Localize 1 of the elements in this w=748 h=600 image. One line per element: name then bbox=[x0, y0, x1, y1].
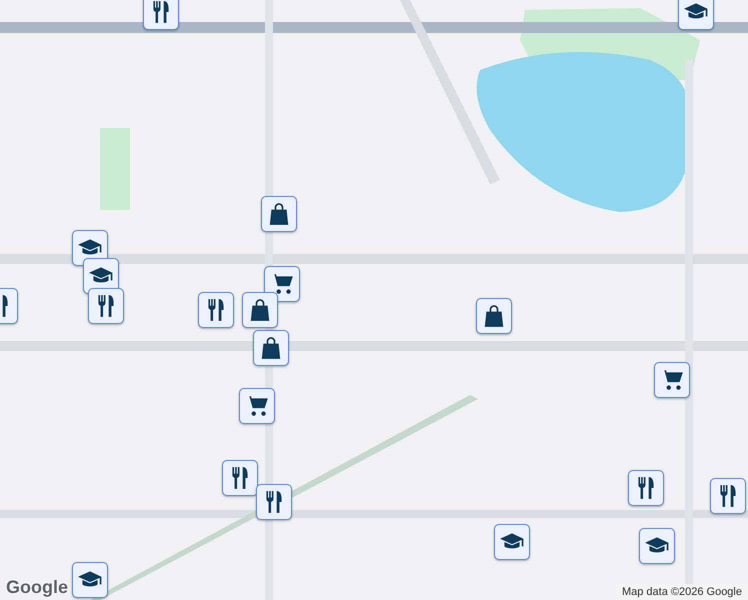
google-logo: Google bbox=[6, 577, 68, 598]
